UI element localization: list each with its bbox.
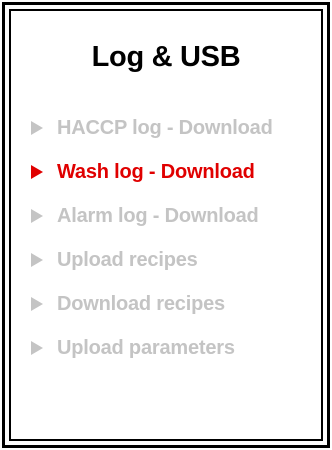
arrow-right-icon	[31, 209, 43, 223]
menu-item-label: Upload recipes	[57, 248, 198, 271]
menu-item-label: Wash log - Download	[57, 160, 255, 183]
arrow-right-icon	[31, 121, 43, 135]
screen-panel: Log & USB HACCP log - Download Wash log …	[9, 9, 323, 441]
menu-item-download-recipes[interactable]: Download recipes	[31, 289, 225, 319]
arrow-right-icon	[31, 165, 43, 179]
menu-item-wash-log-download[interactable]: Wash log - Download	[31, 157, 255, 187]
menu-item-alarm-log-download[interactable]: Alarm log - Download	[31, 201, 259, 231]
menu-item-upload-recipes[interactable]: Upload recipes	[31, 245, 198, 275]
device-screen: Log & USB HACCP log - Download Wash log …	[2, 2, 330, 448]
menu-item-label: HACCP log - Download	[57, 116, 273, 139]
arrow-right-icon	[31, 341, 43, 355]
menu-item-upload-parameters[interactable]: Upload parameters	[31, 333, 235, 363]
arrow-right-icon	[31, 253, 43, 267]
menu-item-haccp-log-download[interactable]: HACCP log - Download	[31, 113, 273, 143]
arrow-right-icon	[31, 297, 43, 311]
menu-item-label: Upload parameters	[57, 336, 235, 359]
menu-item-label: Download recipes	[57, 292, 225, 315]
page-title: Log & USB	[91, 41, 241, 73]
menu-item-label: Alarm log - Download	[57, 204, 259, 227]
